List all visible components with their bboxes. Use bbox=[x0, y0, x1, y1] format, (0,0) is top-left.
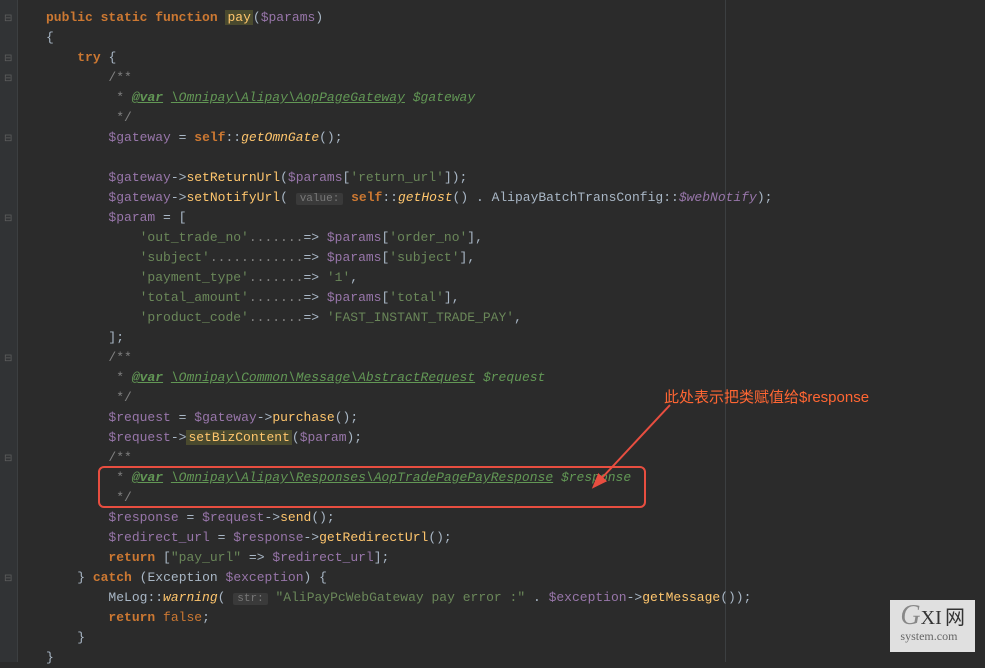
code-line: 'out_trade_no'.......=> $params['order_n… bbox=[46, 228, 985, 248]
code-line: /** bbox=[46, 68, 985, 88]
code-line: public static function pay($params) bbox=[46, 8, 985, 28]
fold-icon[interactable]: ⊟ bbox=[4, 130, 14, 140]
code-line: } bbox=[46, 648, 985, 668]
watermark: GXI 网 system.com bbox=[890, 600, 975, 652]
code-line: $gateway->setNotifyUrl( value: self::get… bbox=[46, 188, 985, 208]
code-line bbox=[46, 148, 985, 168]
code-line: $gateway->setReturnUrl($params['return_u… bbox=[46, 168, 985, 188]
code-line: $param = [ bbox=[46, 208, 985, 228]
code-line: /** bbox=[46, 348, 985, 368]
code-line: */ bbox=[46, 488, 985, 508]
code-line: 'subject'............=> $params['subject… bbox=[46, 248, 985, 268]
code-line: } catch (Exception $exception) { bbox=[46, 568, 985, 588]
code-line: return ["pay_url" => $redirect_url]; bbox=[46, 548, 985, 568]
fold-icon[interactable]: ⊟ bbox=[4, 70, 14, 80]
code-line: */ bbox=[46, 108, 985, 128]
annotation-text: 此处表示把类赋值给$response bbox=[664, 388, 869, 408]
code-line: * @var \Omnipay\Alipay\Responses\AopTrad… bbox=[46, 468, 985, 488]
fold-icon[interactable]: ⊟ bbox=[4, 570, 14, 580]
code-line: { bbox=[46, 28, 985, 48]
code-line: * @var \Omnipay\Alipay\AopPageGateway $g… bbox=[46, 88, 985, 108]
code-line: /** bbox=[46, 448, 985, 468]
code-line: ]; bbox=[46, 328, 985, 348]
code-line: $response = $request->send(); bbox=[46, 508, 985, 528]
code-line: $request->setBizContent($param); bbox=[46, 428, 985, 448]
code-line: $redirect_url = $response->getRedirectUr… bbox=[46, 528, 985, 548]
code-line: try { bbox=[46, 48, 985, 68]
code-line: 'total_amount'.......=> $params['total']… bbox=[46, 288, 985, 308]
code-line: MeLog::warning( str: "AliPayPcWebGateway… bbox=[46, 588, 985, 608]
code-editor[interactable]: public static function pay($params) { tr… bbox=[18, 0, 985, 668]
code-line: 'payment_type'.......=> '1', bbox=[46, 268, 985, 288]
fold-icon[interactable]: ⊟ bbox=[4, 50, 14, 60]
code-line: $request = $gateway->purchase(); bbox=[46, 408, 985, 428]
fold-icon[interactable]: ⊟ bbox=[4, 210, 14, 220]
code-line: $gateway = self::getOmnGate(); bbox=[46, 128, 985, 148]
gutter: ⊟ ⊟ ⊟ ⊟ ⊟ ⊟ ⊟ ⊟ bbox=[0, 0, 18, 662]
code-line: } bbox=[46, 628, 985, 648]
fold-icon[interactable]: ⊟ bbox=[4, 450, 14, 460]
fold-icon[interactable]: ⊟ bbox=[4, 350, 14, 360]
code-line: return false; bbox=[46, 608, 985, 628]
code-line: * @var \Omnipay\Common\Message\AbstractR… bbox=[46, 368, 985, 388]
code-line: 'product_code'.......=> 'FAST_INSTANT_TR… bbox=[46, 308, 985, 328]
fold-icon[interactable]: ⊟ bbox=[4, 10, 14, 20]
